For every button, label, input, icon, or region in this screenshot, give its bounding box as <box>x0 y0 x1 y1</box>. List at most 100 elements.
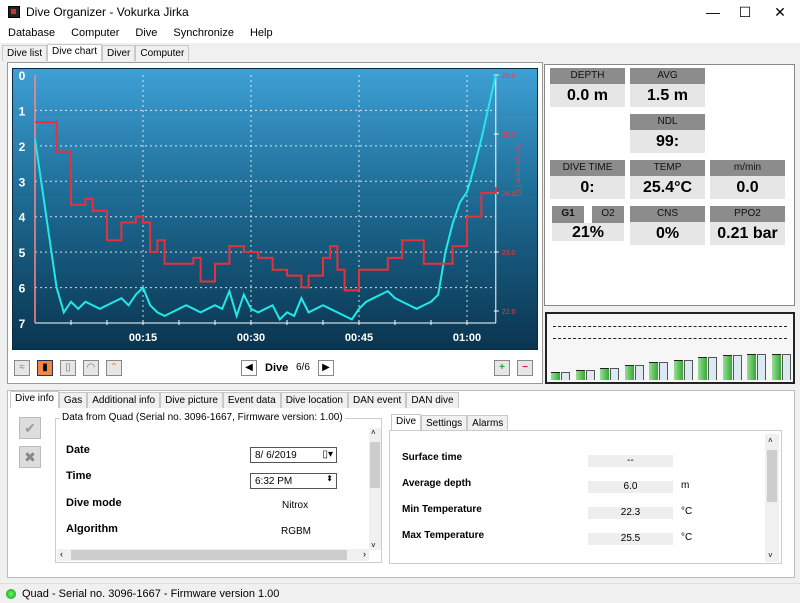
vertical-scrollbar[interactable]: ˄ ˅ <box>369 428 381 550</box>
time-picker[interactable]: 6:32 PM ⬍ <box>250 473 337 489</box>
temp-label: TEMP <box>630 160 705 176</box>
next-dive-button[interactable]: ▶ <box>318 360 334 376</box>
tissue-bar <box>673 360 683 380</box>
info-tab-dive-info[interactable]: Dive info <box>10 391 59 408</box>
tissue-limit-bar <box>659 362 668 380</box>
info-tab-event-data[interactable]: Event data <box>222 392 281 408</box>
tissue-limit-bar <box>732 355 742 380</box>
info-tab-dan-dive[interactable]: DAN dive <box>406 392 459 408</box>
tissue-bar <box>624 365 634 380</box>
detail-tabs: Dive Settings Alarms <box>391 414 509 431</box>
y-tick-label: 5 <box>19 246 26 260</box>
detail-tab-alarms[interactable]: Alarms <box>467 415 509 431</box>
cns-value: 0% <box>630 222 705 245</box>
cns-label: CNS <box>630 206 705 222</box>
y-tick-label: 1 <box>19 104 26 118</box>
detail-label: Max Temperature <box>402 530 485 541</box>
ppo2-indicator: PPO2 0.21 bar <box>710 206 785 245</box>
tissue-limit-bar <box>757 354 766 380</box>
info-tab-additional-info[interactable]: Additional info <box>87 392 161 408</box>
dive-label: Dive <box>265 362 289 374</box>
tissue-bar <box>575 370 585 380</box>
detail-label: Surface time <box>402 452 463 463</box>
x-tick-label: 00:15 <box>129 332 157 344</box>
date-picker[interactable]: 8/ 6/2019 ▯▾ <box>250 447 337 463</box>
detail-tab-settings[interactable]: Settings <box>421 415 468 431</box>
detail-tab-dive[interactable]: Dive <box>391 414 422 431</box>
rate-value: 0.0 <box>710 176 785 199</box>
previous-dive-button[interactable]: ◀ <box>241 360 257 376</box>
detail-label: Min Temperature <box>402 504 482 515</box>
tissue-bar <box>649 362 658 380</box>
y-right-tick-label: 26.0 <box>502 73 516 80</box>
limit-line <box>553 338 787 339</box>
tissue-limit-bar <box>634 365 644 380</box>
gauge-toggle-icon[interactable]: ◠ <box>83 360 99 376</box>
time-label: Time <box>66 470 92 482</box>
info-tab-dive-picture[interactable]: Dive picture <box>160 392 223 408</box>
cancel-button[interactable]: ✖ <box>19 446 41 468</box>
tissue-bar <box>771 354 781 380</box>
y-tick-label: 2 <box>19 140 26 154</box>
dive-time-indicator: DIVE TIME 0: <box>550 160 625 199</box>
detail-unit: m <box>681 480 690 491</box>
y-right-tick-label: 25.0 <box>502 132 516 139</box>
time-spinner-icon[interactable]: ⬍ <box>326 474 333 483</box>
tissue-limit-bar <box>781 354 791 380</box>
tissue-limit-bar <box>561 372 570 380</box>
y-right-tick-label: 23.0 <box>502 250 516 257</box>
tissue-saturation-chart <box>545 312 795 384</box>
detail-value: -- <box>588 455 673 467</box>
detail-unit: °C <box>681 532 693 543</box>
temp-value: 25.4°C <box>630 176 705 199</box>
details-scrollbar[interactable]: ˄ ˅ <box>765 434 779 562</box>
dive-time-label: DIVE TIME <box>550 160 625 176</box>
y-tick-label: 7 <box>19 317 26 331</box>
depth-line <box>34 74 497 322</box>
x-tick-label: 00:45 <box>345 332 373 344</box>
tank-toggle-icon[interactable]: ▯ <box>60 360 76 376</box>
y-right-tick-label: 22.0 <box>502 309 516 316</box>
zoom-in-button[interactable]: + <box>494 360 510 376</box>
status-bar: Quad - Serial no. 3096-1667 - Firmware v… <box>0 583 800 603</box>
confirm-button[interactable]: ✔ <box>19 417 41 439</box>
ndl-indicator: NDL 99: <box>630 114 705 153</box>
time-value: 6:32 PM <box>255 476 293 487</box>
detail-value: 25.5 <box>588 533 673 545</box>
info-tab-gas[interactable]: Gas <box>58 392 88 408</box>
ppo2-label: PPO2 <box>710 206 785 222</box>
gas-label: G1 <box>552 206 584 223</box>
dive-time-value: 0: <box>550 176 625 199</box>
horizontal-scrollbar[interactable]: ‹ › <box>57 549 369 561</box>
info-tab-dive-location[interactable]: Dive location <box>280 392 348 408</box>
y-right-axis-label: Temperature [°C] <box>514 144 522 197</box>
ascent-toggle-icon[interactable]: ⌃ <box>106 360 122 376</box>
y-tick-label: 0 <box>19 69 26 83</box>
y-tick-label: 4 <box>19 211 26 225</box>
detail-value: 6.0 <box>588 481 673 493</box>
info-tabs: Dive info Gas Additional info Dive picture E… <box>10 391 459 408</box>
temp-indicator: TEMP 25.4°C <box>630 160 705 199</box>
depth-toggle-icon[interactable]: ≈ <box>14 360 30 376</box>
y-tick-label: 6 <box>19 282 26 296</box>
tissue-limit-bar <box>585 370 595 380</box>
limit-line <box>553 326 787 327</box>
temperature-line <box>35 121 497 292</box>
avg-value: 1.5 m <box>630 84 705 107</box>
gas-value: 21% <box>552 223 624 241</box>
date-value: 8/ 6/2019 <box>255 450 297 461</box>
tissue-bar <box>722 355 732 380</box>
connection-status-icon <box>6 588 16 599</box>
y-right-tick-label: 24.0 <box>502 191 516 198</box>
info-tab-dan-event[interactable]: DAN event <box>347 392 407 408</box>
zoom-out-button[interactable]: − <box>517 360 533 376</box>
temperature-toggle-icon[interactable]: ▮ <box>37 360 53 376</box>
detail-unit: °C <box>681 506 693 517</box>
ndl-label: NDL <box>630 114 705 130</box>
detail-label: Average depth <box>402 478 472 489</box>
device-group <box>55 418 382 563</box>
calendar-dropdown-icon[interactable]: ▯▾ <box>322 449 333 460</box>
depth-label: DEPTH <box>550 68 625 84</box>
tissue-bar <box>600 368 609 380</box>
tissue-bar <box>698 357 707 380</box>
